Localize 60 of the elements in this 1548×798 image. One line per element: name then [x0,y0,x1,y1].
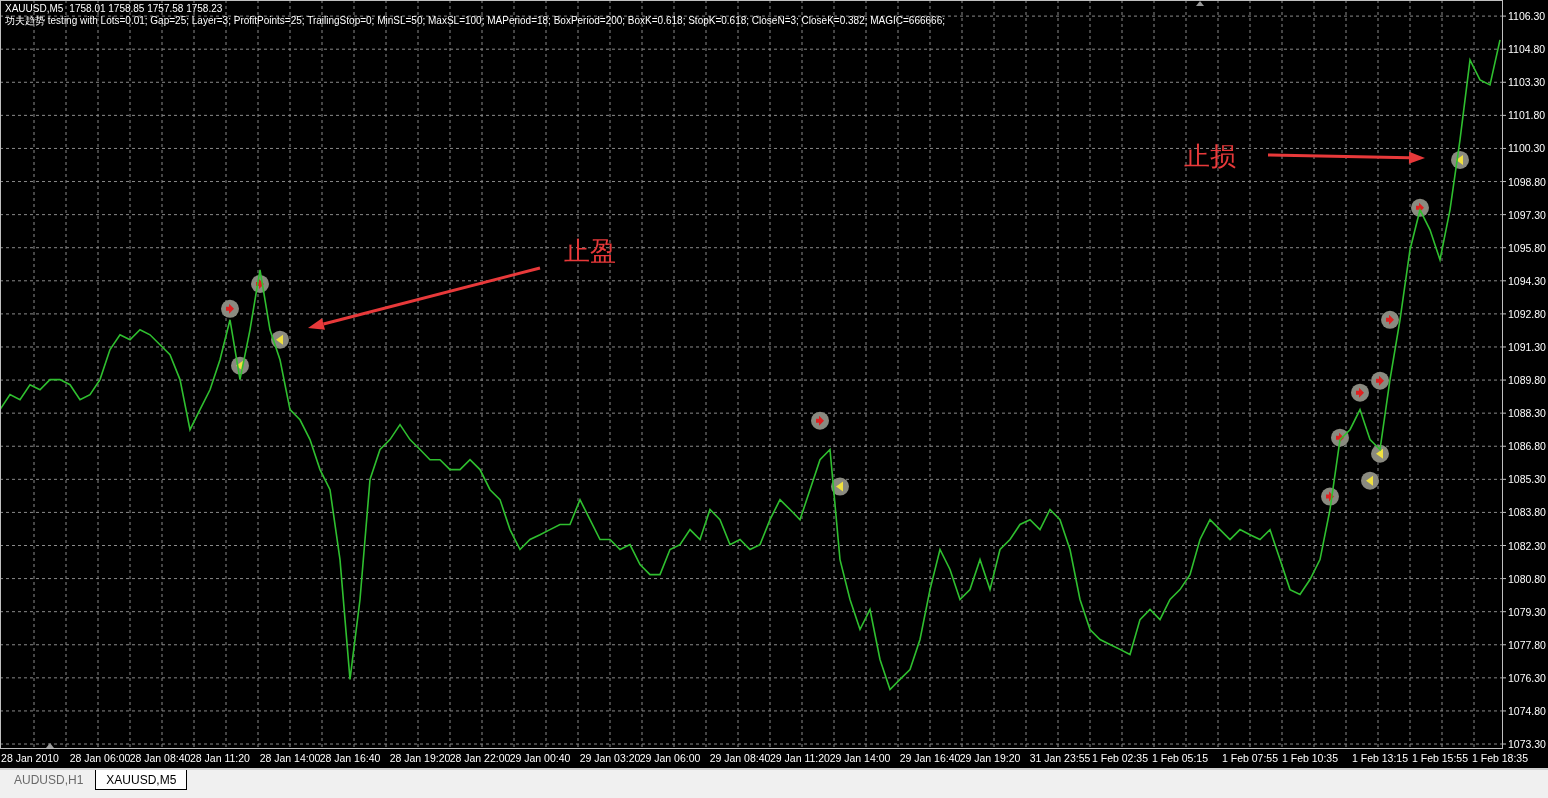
chart-symbol: XAUUSD,M5 [5,3,64,15]
time-label: 29 Jan 03:20 [579,752,641,764]
chart-quotes: 1758.01 1758.85 1757.58 1758.23 [69,3,223,15]
scroll-marker-icon [46,743,54,748]
price-label: 1095.80 [1508,241,1546,254]
price-label: 1091.30 [1508,341,1546,353]
time-label: 1 Feb 02:35 [1092,752,1148,764]
time-label: 28 Jan 16:40 [319,752,381,764]
price-label: 1089.80 [1508,374,1546,387]
time-label: 1 Feb 13:15 [1352,752,1408,764]
time-label: 28 Jan 19:20 [389,752,451,764]
time-label: 1 Feb 10:35 [1282,752,1338,764]
price-label: 1086.80 [1508,440,1546,453]
price-label: 1082.30 [1508,539,1546,552]
time-label: 1 Feb 05:15 [1152,752,1208,764]
price-label: 1098.80 [1508,175,1546,188]
time-label: 29 Jan 11:20 [770,752,830,764]
callout-label: 止损 [1184,141,1236,171]
price-label: 1079.30 [1508,605,1546,618]
time-label: 28 Jan 06:00 [69,752,131,764]
price-label: 1101.80 [1508,109,1546,122]
price-label: 1104.80 [1508,43,1546,56]
price-label: 1080.80 [1508,572,1546,585]
time-label: 29 Jan 14:00 [829,752,891,764]
time-label: 28 Jan 22:00 [449,752,511,764]
time-label: 1 Feb 18:35 [1472,752,1528,764]
trade-marker [1451,150,1469,169]
time-label: 28 Jan 14:00 [259,752,321,764]
price-label: 1097.30 [1508,208,1546,221]
price-label: 1073.30 [1508,738,1546,751]
shift-marker-icon [1196,1,1204,6]
time-label: 29 Jan 16:40 [899,752,961,764]
expert-description: 功夫趋势 testing with Lots=0.01; Gap=25; Layer=3; ProfitPoints=25; TrailingStop=0; MinSL=50; MaxSL=100; MAPeriod=18; BoxPeriod=200; BoxK=0.618; StopK=0.618; CloseN=3; CloseK=0.382; MAGIC=666666; [5,15,946,27]
price-label: 1085.30 [1508,473,1546,486]
price-label: 1076.30 [1508,671,1546,684]
time-label: 1 Feb 07:55 [1222,752,1278,764]
chart-tab[interactable]: XAUUSD,M5 [95,770,188,790]
trade-marker [811,411,829,430]
price-label: 1106.30 [1508,10,1546,23]
trade-marker [231,356,249,375]
price-label: 1088.30 [1508,407,1546,420]
time-label: 1 Feb 15:55 [1412,752,1468,764]
callout-label: 止盈 [564,236,616,266]
price-label: 1103.30 [1508,76,1546,89]
price-label: 1077.80 [1508,638,1546,651]
time-label: 28 Jan 08:40 [129,752,191,764]
trade-marker [1351,383,1369,402]
price-label: 1074.80 [1508,704,1546,717]
price-label: 1092.80 [1508,307,1546,320]
time-label: 28 Jan 11:20 [190,752,250,764]
time-label: 29 Jan 08:40 [709,752,771,764]
time-label: 29 Jan 06:00 [639,752,701,764]
time-label: 31 Jan 23:55 [1029,752,1091,764]
trade-marker [1321,487,1339,506]
price-label: 1100.30 [1508,142,1546,155]
time-label: 29 Jan 19:20 [959,752,1021,764]
price-label: 1083.80 [1508,506,1546,519]
price-label: 1094.30 [1508,274,1546,287]
time-label: 28 Jan 2010 [1,752,59,764]
time-label: 29 Jan 00:40 [509,752,571,764]
